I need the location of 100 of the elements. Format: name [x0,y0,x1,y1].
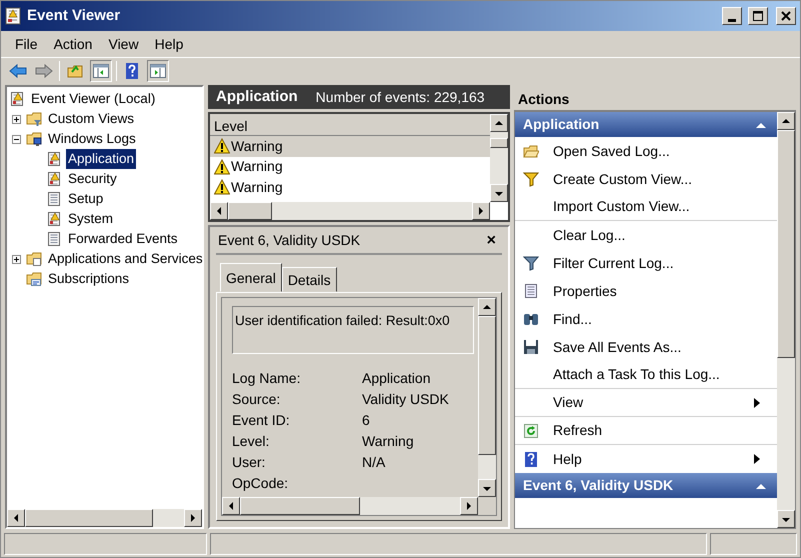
right-arrow-icon [465,500,473,512]
show-tree-icon [92,62,110,80]
show-action-pane-button[interactable] [147,60,169,82]
show-action-pane-icon [149,62,167,80]
field-label: Level: [232,432,270,451]
horizontal-scrollbar[interactable] [7,509,202,527]
level-text: Warning [231,136,283,156]
scroll-right-button[interactable] [472,202,490,220]
scroll-down-button[interactable] [478,479,496,497]
tab[interactable]: Details [282,267,337,292]
event-description: User identification failed: Result:0x0 [232,306,474,354]
level-text: Warning [231,157,283,176]
right-arrow-icon [477,205,485,217]
field-label: User: [232,453,266,472]
log-icon [46,191,62,207]
app-icon [5,7,21,25]
column-header[interactable]: Level [210,114,490,136]
tree-item[interactable]: Forwarded Events [66,228,180,250]
warning-icon [214,179,230,196]
tree-item[interactable]: Setup [66,188,106,210]
save-icon [523,339,539,355]
help-icon [523,451,539,467]
field-label: Source: [232,390,282,409]
section-header[interactable]: Event 6, Validity USDK [515,473,777,498]
submenu-arrow-icon [753,396,761,408]
left-arrow-icon [227,500,235,512]
vertical-scrollbar[interactable] [478,298,496,497]
scroll-right-button[interactable] [460,497,478,515]
field-label: OpCode: [232,474,290,493]
scroll-down-button[interactable] [777,510,795,528]
tab[interactable]: General [220,263,282,292]
warning-icon [214,158,230,175]
collapse-icon[interactable] [755,482,767,490]
scroll-thumb[interactable] [478,316,496,455]
window-title: Event Viewer [27,6,122,26]
event-row[interactable]: Warning [210,136,490,156]
log-warning-icon [9,91,25,107]
show-tree-button[interactable] [90,60,112,82]
scroll-right-button[interactable] [184,509,202,527]
tree-item[interactable]: Event Viewer (Local) [29,88,158,110]
log-warning-icon [46,211,62,227]
tree-item[interactable]: System [66,208,116,230]
event-title: Event 6, Validity USDK [218,231,360,250]
menu-item[interactable]: View [100,34,147,54]
minimize-button[interactable] [722,7,742,25]
scroll-thumb[interactable] [25,509,153,527]
refresh-icon [523,422,539,438]
tree-item[interactable]: Subscriptions [46,268,132,290]
folder-filter-icon [26,111,42,127]
event-row[interactable]: Warning [210,177,490,198]
event-count: Number of events: 229,163 [316,88,485,106]
vertical-scrollbar[interactable] [777,112,795,528]
vertical-scrollbar[interactable] [490,114,508,202]
binoculars-icon [523,311,539,327]
maximize-button[interactable] [748,7,768,25]
horizontal-scrollbar[interactable] [222,497,478,515]
tree-item[interactable]: Security [66,168,119,190]
maximize-icon [751,10,765,22]
folder-icon [523,143,539,159]
tree-item[interactable]: Windows Logs [46,128,138,150]
log-icon [46,231,62,247]
scroll-down-button[interactable] [490,184,508,202]
warning-icon [214,138,230,154]
menu-item[interactable]: Help [146,34,192,54]
tree-item[interactable]: Application [66,148,136,170]
left-arrow-icon [12,512,20,524]
scroll-left-button[interactable] [222,497,240,515]
right-arrow-icon [189,512,197,524]
menu-item[interactable]: Action [46,34,100,54]
level-text: Warning [231,178,283,197]
tree-item[interactable]: Applications and Services [46,248,205,270]
tree-item[interactable]: Custom Views [46,108,136,130]
expander-icon[interactable] [12,254,21,264]
folder-document-icon [26,251,42,267]
scroll-thumb[interactable] [228,202,272,220]
field-value: 6 [362,411,371,430]
section-header[interactable]: Application [515,112,777,137]
scroll-up-button[interactable] [478,298,496,316]
log-warning-icon [46,171,62,187]
field-label: Event ID: [232,411,291,430]
expander-icon[interactable] [12,134,21,144]
submenu-arrow-icon [753,453,761,465]
scroll-thumb[interactable] [490,138,508,148]
scroll-left-button[interactable] [210,202,228,220]
scroll-up-button[interactable] [777,112,795,130]
collapse-icon[interactable] [755,120,767,128]
horizontal-scrollbar[interactable] [210,202,490,220]
event-row[interactable]: Warning [210,156,490,177]
menu-item[interactable]: File [7,34,46,54]
scroll-thumb[interactable] [777,130,795,358]
left-arrow-icon [215,205,223,217]
close-button[interactable] [776,7,796,25]
scroll-up-button[interactable] [490,114,508,132]
filter-icon [523,255,539,271]
scroll-thumb[interactable] [240,497,360,515]
close-button[interactable]: × [484,232,498,248]
log-warning-icon [46,151,62,167]
log-title: Application [216,86,298,107]
scroll-left-button[interactable] [7,509,25,527]
expander-icon[interactable] [12,114,21,124]
